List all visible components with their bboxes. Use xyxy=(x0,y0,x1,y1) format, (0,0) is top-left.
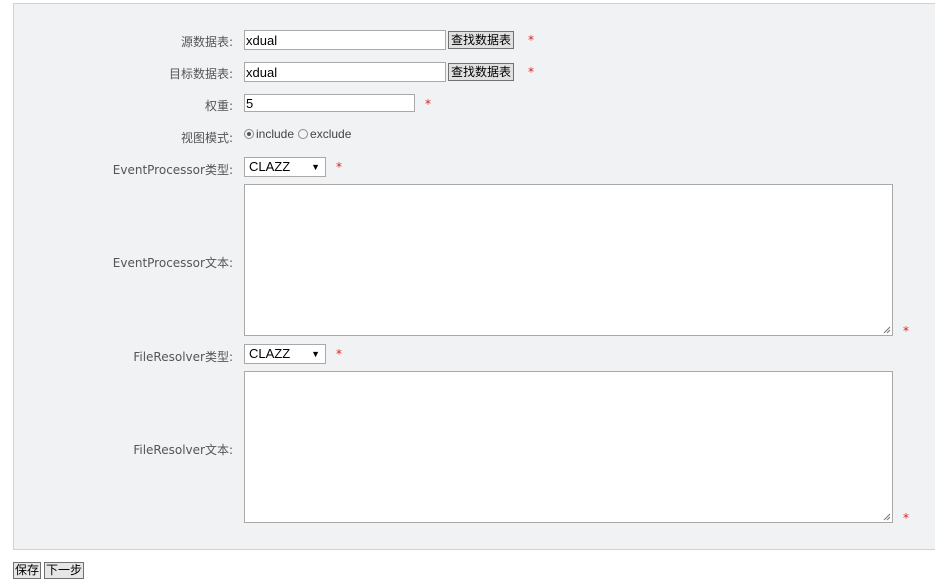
weight-input[interactable] xyxy=(244,94,415,112)
file-resolver-type-select[interactable]: CLAZZ ▼ xyxy=(244,344,326,364)
required-mark: * xyxy=(425,97,431,111)
next-step-button[interactable]: 下一步 xyxy=(44,562,85,579)
include-radio-label: include xyxy=(256,127,295,141)
weight-label: 权重: xyxy=(204,99,233,113)
source-table-label: 源数据表: xyxy=(180,35,233,49)
file-resolver-text-label: FileResolver文本: xyxy=(133,443,233,457)
required-mark: * xyxy=(336,347,342,361)
resize-grip-icon[interactable] xyxy=(883,513,891,521)
required-mark: * xyxy=(528,65,534,79)
view-mode-label: 视图模式: xyxy=(180,131,233,145)
required-mark: * xyxy=(903,511,909,525)
required-mark: * xyxy=(336,160,342,174)
event-processor-type-label: EventProcessor类型: xyxy=(112,163,233,177)
dropdown-arrow-icon: ▼ xyxy=(311,349,320,359)
exclude-radio[interactable] xyxy=(298,129,309,139)
dropdown-arrow-icon: ▼ xyxy=(311,162,320,172)
source-table-input[interactable] xyxy=(244,30,446,50)
event-processor-type-value: CLAZZ xyxy=(249,159,291,174)
include-radio[interactable] xyxy=(244,129,254,139)
exclude-radio-label: exclude xyxy=(310,127,352,141)
required-mark: * xyxy=(903,324,909,338)
file-resolver-type-label: FileResolver类型: xyxy=(133,350,233,364)
event-processor-type-select[interactable]: CLAZZ ▼ xyxy=(244,157,326,177)
target-table-label: 目标数据表: xyxy=(168,67,233,81)
file-resolver-type-value: CLAZZ xyxy=(249,346,291,361)
required-mark: * xyxy=(528,33,534,47)
find-source-table-button[interactable]: 查找数据表 xyxy=(448,31,515,49)
event-processor-text-label: EventProcessor文本: xyxy=(112,256,233,270)
resize-grip-icon[interactable] xyxy=(883,326,891,334)
target-table-input[interactable] xyxy=(244,62,446,82)
view-mode-radio-group: include exclude xyxy=(244,127,351,141)
find-target-table-button[interactable]: 查找数据表 xyxy=(448,63,515,81)
save-button[interactable]: 保存 xyxy=(13,562,42,579)
event-processor-textarea[interactable] xyxy=(244,184,893,336)
file-resolver-textarea[interactable] xyxy=(244,371,893,523)
